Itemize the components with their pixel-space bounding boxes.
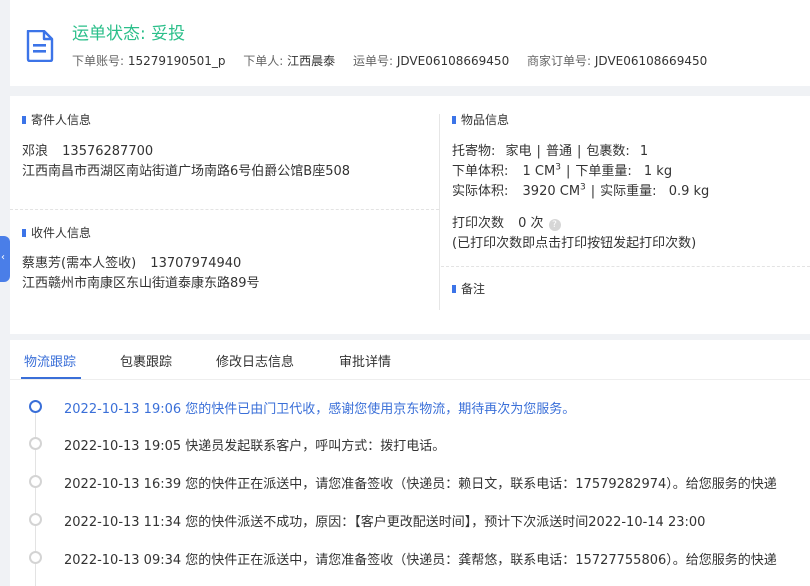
waybill-meta-row: 下单账号: 15279190501_p 下单人: 江西晨泰 运单号: JDVE0… [72,52,721,69]
order-weight-label: 下单重量: [575,164,632,179]
tracking-panel: 物流跟踪 包裹跟踪 修改日志信息 审批详情 2022-10-13 19:06 您… [10,340,810,586]
merchant-order-value: JDVE06108669450 [594,54,708,68]
tab-logistics-tracking[interactable]: 物流跟踪 [24,351,76,370]
consignment-type: 普通 [545,144,572,159]
package-count-label: 包裹数: [586,144,630,159]
timeline-entry: 2022-10-13 09:34 您的快件正在派送中，请您准备签收（快递员：龚帮… [64,553,777,568]
actual-weight-label: 实际重量: [600,184,657,199]
order-volume-label: 下单体积: [452,164,509,179]
section-divider [10,209,439,210]
goods-order-volume-row: 下单体积: 1 CM3 | 下单重量: 1 kg [452,162,673,179]
consignment-label: 托寄物: [452,144,496,159]
tab-package-tracking[interactable]: 包裹跟踪 [120,351,172,370]
timeline-entry: 2022-10-13 16:39 您的快件正在派送中，请您准备签收（快递员：赖日… [64,477,777,492]
tab-approval-details[interactable]: 审批详情 [339,351,391,370]
goods-actual-volume-row: 实际体积: 3920 CM3 | 实际重量: 0.9 kg [452,182,710,199]
print-count-label: 打印次数 [452,216,505,231]
receiver-address: 江西赣州市南康区东山街道泰康东路89号 [22,276,260,291]
print-count-note: (已打印次数即点击打印按钮发起打印次数) [452,236,697,251]
receiver-phone: 13707974940 [150,256,242,271]
goods-section-title: 物品信息 [452,111,509,128]
tabs-baseline [10,379,810,380]
timeline-dot [29,513,42,526]
remark-section-title: 备注 [452,280,485,297]
timeline-entry: 2022-10-13 19:05 快递员发起联系客户，呼叫方式：拨打电话。 [64,439,446,454]
help-icon[interactable]: ? [548,219,561,231]
sender-section-title: 寄件人信息 [22,111,91,128]
timeline-dot [29,475,42,488]
print-count-value: 0 次 [518,216,544,231]
print-count-row: 打印次数 0 次? [452,212,561,231]
order-account-label: 下单账号: [72,54,128,68]
sender-phone: 13576287700 [62,144,154,159]
orderer-value: 江西晨泰 [287,54,336,68]
merchant-order-label: 商家订单号: [527,54,595,68]
timeline-dot-active [29,400,42,413]
shipment-info-panel: 寄件人信息 邓浪 13576287700 江西南昌市西湖区南站街道广场南路6号伯… [10,96,810,334]
actual-volume-unit-exponent: 3 [580,182,586,193]
order-volume-unit-exponent: 3 [555,162,561,173]
actual-weight-value: 0.9 kg [668,184,710,199]
side-collapse-tab[interactable]: ‹ [0,236,10,282]
remark-divider [441,266,810,267]
waybill-header: 运单状态: 妥投 下单账号: 15279190501_p 下单人: 江西晨泰 运… [10,0,810,86]
timeline-entry: 2022-10-13 11:34 您的快件派送不成功，原因：【客户更改配送时间】… [64,515,706,530]
actual-volume-value: 3920 CM [522,184,581,199]
order-volume-value: 1 CM [522,164,556,179]
timeline-entry: 2022-10-13 19:06 您的快件已由门卫代收，感谢您使用京东物流，期待… [64,402,576,417]
timeline-dot [29,437,42,450]
package-count-value: 1 [639,144,649,159]
column-divider [439,114,440,310]
waybill-number-value: JDVE06108669450 [396,54,510,68]
tab-change-log[interactable]: 修改日志信息 [216,351,294,370]
receiver-section-title: 收件人信息 [22,224,91,241]
receiver-name: 蔡惠芳(需本人签收) [22,256,137,271]
order-account-value: 15279190501_p [127,54,226,68]
goods-consignment-row: 托寄物: 家电 | 普通 | 包裹数: 1 [452,144,649,159]
actual-volume-label: 实际体积: [452,184,509,199]
sender-name: 邓浪 [22,144,49,159]
receiver-contact: 蔡惠芳(需本人签收) 13707974940 [22,252,241,271]
consignment-value: 家电 [505,144,532,159]
waybill-status-title: 运单状态: 妥投 [72,24,186,44]
document-icon [26,30,54,62]
waybill-number-label: 运单号: [353,54,397,68]
orderer-label: 下单人: [243,54,288,68]
sender-contact: 邓浪 13576287700 [22,140,153,159]
order-weight-value: 1 kg [643,164,673,179]
timeline-dot [29,551,42,564]
chevron-left-icon: ‹ [1,252,5,263]
active-tab-indicator [21,377,81,379]
sender-address: 江西南昌市西湖区南站街道广场南路6号伯爵公馆B座508 [22,164,351,179]
